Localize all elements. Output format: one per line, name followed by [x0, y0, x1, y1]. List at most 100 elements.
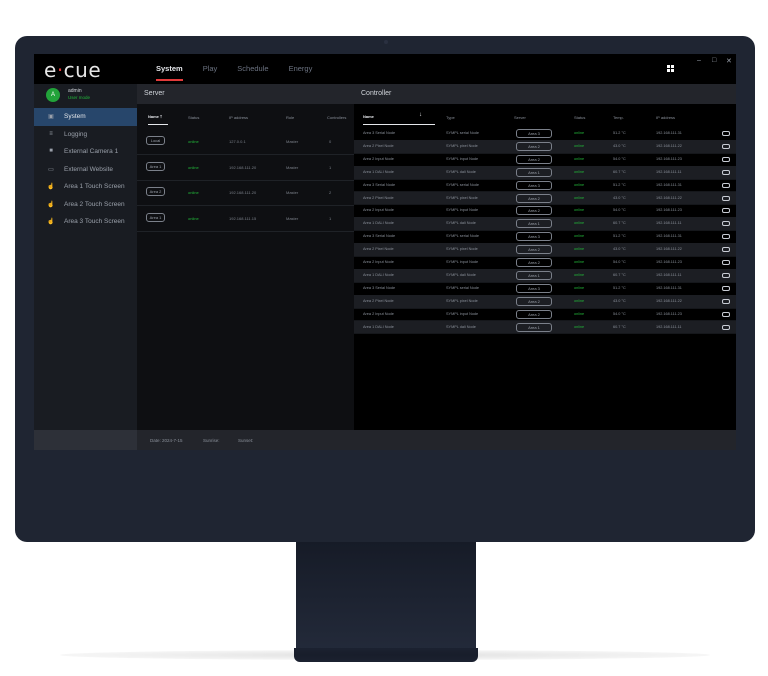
- link-icon[interactable]: [722, 311, 730, 317]
- status-value: online: [574, 234, 585, 239]
- table-row[interactable]: Area 1 online 192.168.111.20 Master 1: [137, 156, 354, 181]
- table-row[interactable]: Area 2 Pixel Node SYMPL pixel Node Area 2 o…: [354, 191, 736, 206]
- column-header-ip[interactable]: IP address: [656, 115, 675, 120]
- server-chip[interactable]: Area 2: [516, 309, 552, 319]
- server-chip[interactable]: Area 1: [516, 270, 552, 280]
- tab-play[interactable]: Play: [203, 54, 218, 84]
- sidebar-item-area2-touch[interactable]: ☝ Area 2 Touch Screen: [34, 196, 137, 214]
- link-icon[interactable]: [722, 247, 730, 253]
- sidebar-item-website[interactable]: ▭ External Website: [34, 161, 137, 179]
- link-icon[interactable]: [722, 131, 730, 136]
- table-row[interactable]: Area 1 DALI Node SYMPL dali Node Area 1 onl…: [354, 217, 736, 232]
- link-icon[interactable]: [722, 221, 730, 227]
- browser-icon: ▭: [48, 166, 54, 173]
- table-row[interactable]: Area 2 Pixel Node SYMPL pixel Node Area 2 o…: [354, 294, 736, 309]
- table-row[interactable]: Area 1 DALI Node SYMPL dali Node Area 1 onl…: [354, 268, 736, 283]
- temp-value: 54.0 °C: [613, 260, 626, 264]
- main-tabs: System Play Schedule Energy: [156, 54, 332, 84]
- link-icon[interactable]: [722, 169, 730, 175]
- restore-button[interactable]: □: [712, 57, 716, 64]
- user-block[interactable]: A admin User mode: [34, 84, 137, 106]
- server-chip[interactable]: Area 3: [516, 129, 552, 138]
- server-chip[interactable]: Area 2: [516, 154, 552, 164]
- table-row[interactable]: Area 2 Input Node SYMPL input Node Area 2 o…: [354, 204, 736, 219]
- server-chip[interactable]: Area 2: [516, 206, 552, 216]
- table-row[interactable]: Local online 127.0.0.1 Master 0: [137, 130, 354, 155]
- table-row[interactable]: Area 2 Pixel Node SYMPL pixel Node Area 2 o…: [354, 139, 736, 154]
- ip-value: 192.168.111.11: [656, 272, 682, 277]
- server-chip[interactable]: Area 2: [516, 296, 552, 306]
- link-icon[interactable]: [722, 182, 730, 188]
- server-name-chip[interactable]: Area 2: [146, 187, 165, 196]
- sort-down-icon[interactable]: ↓: [419, 112, 422, 118]
- server-chip[interactable]: Area 2: [516, 141, 552, 151]
- server-name-chip[interactable]: Area 1: [146, 161, 165, 171]
- server-chip[interactable]: Area 3: [516, 283, 552, 293]
- server-chip[interactable]: Area 2: [516, 258, 552, 267]
- server-chip[interactable]: Area 2: [516, 245, 552, 255]
- link-icon[interactable]: [722, 272, 730, 278]
- link-icon[interactable]: [722, 156, 730, 162]
- table-row[interactable]: Area 3 Serial Node SYMPL serial Node Area …: [354, 282, 736, 296]
- link-icon[interactable]: [722, 143, 730, 149]
- column-header-status[interactable]: Status: [574, 115, 585, 120]
- table-row[interactable]: Area 1 DALI Node SYMPL dali Node Area 1 onl…: [354, 165, 736, 180]
- table-row[interactable]: Area 2 Input Node SYMPL input Node Area 2 o…: [354, 308, 736, 322]
- server-name-chip[interactable]: Local: [146, 136, 165, 145]
- minimize-button[interactable]: –: [697, 57, 701, 64]
- table-row[interactable]: Area 2 online 192.168.111.20 Master 2: [137, 181, 354, 206]
- tab-system[interactable]: System: [156, 54, 183, 84]
- status-value: online: [574, 324, 585, 329]
- column-header-type[interactable]: Type: [446, 115, 455, 120]
- link-icon[interactable]: [722, 208, 730, 214]
- controllers-value: 1: [329, 164, 332, 170]
- name-value: Area 1 DALI Node: [363, 221, 394, 226]
- link-icon[interactable]: [722, 298, 730, 304]
- tab-schedule[interactable]: Schedule: [237, 54, 268, 84]
- server-chip[interactable]: Area 3: [516, 180, 552, 190]
- link-icon[interactable]: [722, 234, 730, 240]
- sidebar-footer: [34, 430, 137, 450]
- server-name-chip[interactable]: Area 1: [146, 212, 165, 222]
- link-icon[interactable]: [722, 285, 730, 291]
- tab-energy[interactable]: Energy: [289, 54, 313, 84]
- server-chip[interactable]: Area 1: [516, 219, 552, 229]
- table-row[interactable]: Area 2 Input Node SYMPL input Node Area 2 o…: [354, 256, 736, 270]
- sidebar-item-camera[interactable]: ■ External Camera 1: [34, 143, 137, 161]
- link-icon[interactable]: [722, 260, 730, 265]
- column-header-name[interactable]: Name 🡑: [148, 114, 162, 121]
- avatar[interactable]: A: [46, 88, 60, 102]
- column-header-server[interactable]: Server: [514, 115, 526, 120]
- server-chip[interactable]: Area 3: [516, 232, 552, 242]
- column-header-temp[interactable]: Temp.: [613, 115, 624, 120]
- table-row[interactable]: Area 2 Input Node SYMPL input Node Area 2 o…: [354, 153, 736, 167]
- table-row[interactable]: Area 3 Serial Node SYMPL serial Node Area …: [354, 179, 736, 193]
- column-header-name[interactable]: Name: [363, 114, 374, 119]
- table-row[interactable]: Area 2 Pixel Node SYMPL pixel Node Area 2 o…: [354, 243, 736, 257]
- server-chip[interactable]: Area 2: [516, 193, 552, 203]
- close-button[interactable]: ✕: [726, 57, 732, 65]
- controller-table: Name ↓ Type Server Status Temp. IP addre…: [354, 104, 736, 430]
- table-row[interactable]: Area 3 Serial Node SYMPL serial Node Area …: [354, 127, 736, 141]
- name-value: Area 2 Input Node: [363, 260, 394, 264]
- sidebar-item-system[interactable]: ▣ System: [34, 108, 137, 126]
- sidebar-item-area3-touch[interactable]: ☝ Area 3 Touch Screen: [34, 213, 137, 231]
- name-value: Area 2 Input Node: [363, 208, 394, 213]
- ip-value: 192.168.111.22: [656, 247, 682, 252]
- column-header-status[interactable]: Status: [188, 115, 199, 120]
- apps-grid-icon[interactable]: [667, 65, 674, 72]
- column-header-controllers[interactable]: Controllers: [327, 115, 346, 120]
- link-icon[interactable]: [722, 324, 730, 330]
- column-header-role[interactable]: Role: [286, 115, 294, 120]
- table-row[interactable]: Area 1 DALI Node SYMPL dali Node Area 1 onl…: [354, 320, 736, 335]
- server-chip[interactable]: Area 1: [516, 167, 552, 177]
- link-icon[interactable]: [722, 195, 730, 201]
- type-value: SYMPL dali Node: [446, 169, 476, 174]
- sidebar-item-logging[interactable]: ≡ Logging: [34, 126, 137, 144]
- table-row[interactable]: Area 3 Serial Node SYMPL serial Node Area …: [354, 230, 736, 245]
- table-row[interactable]: Area 1 online 192.168.111.15 Master 1: [137, 207, 354, 232]
- column-header-ip[interactable]: IP address: [229, 115, 248, 120]
- sidebar-item-area1-touch[interactable]: ☝ Area 1 Touch Screen: [34, 178, 137, 196]
- type-value: SYMPL input Node: [446, 311, 479, 316]
- server-chip[interactable]: Area 1: [516, 322, 552, 332]
